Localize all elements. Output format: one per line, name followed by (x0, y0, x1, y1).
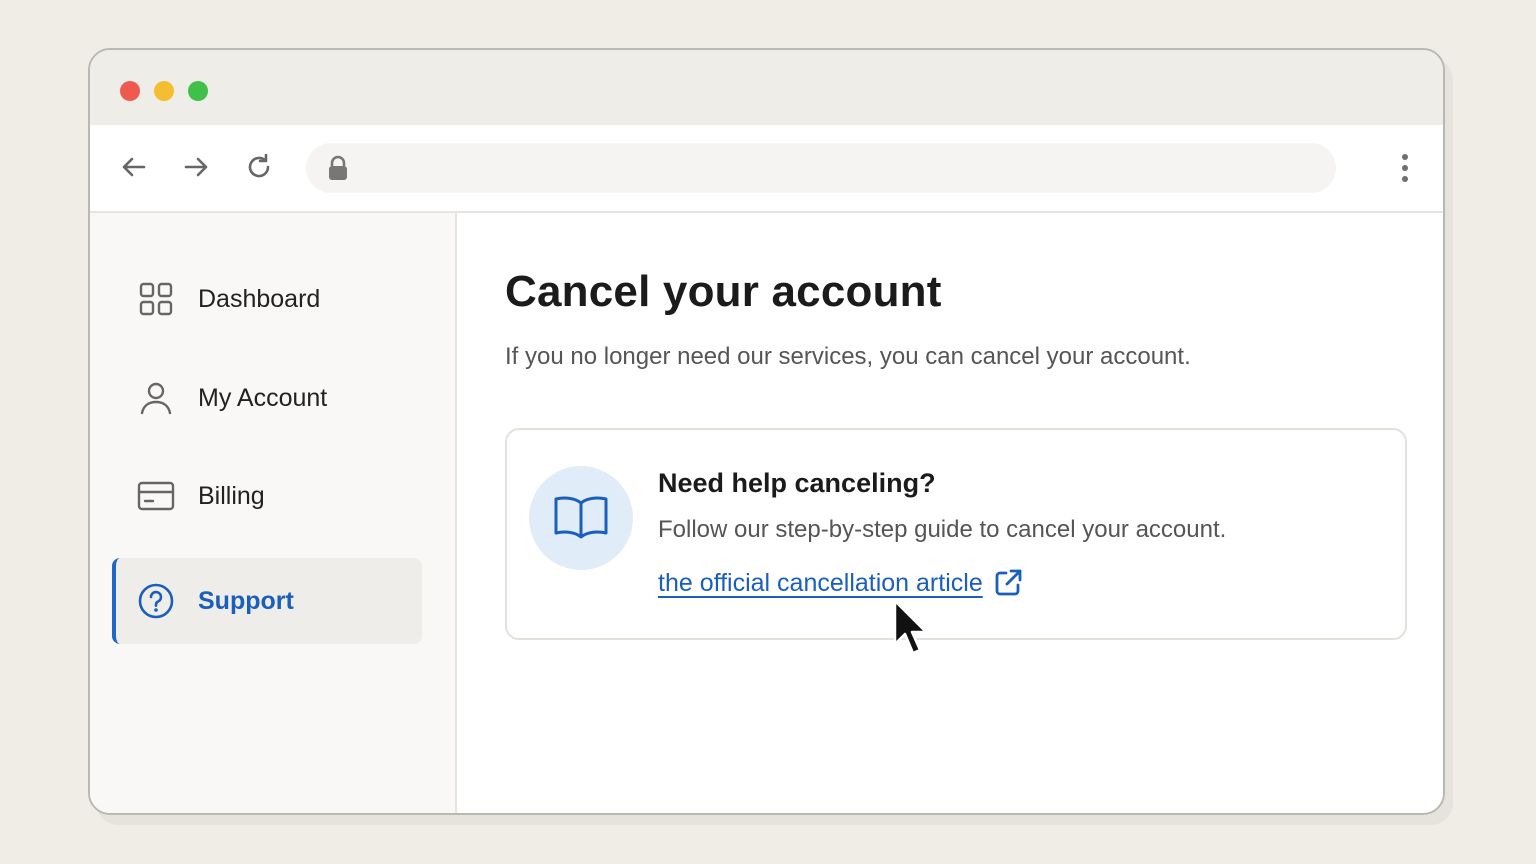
sidebar-item-label: Dashboard (198, 284, 321, 313)
lock-icon (329, 155, 347, 180)
mouse-cursor-icon (893, 599, 928, 655)
user-icon (136, 378, 176, 418)
back-button[interactable] (118, 151, 150, 183)
reload-button[interactable] (243, 151, 275, 183)
sidebar-item-support[interactable]: Support (112, 558, 422, 644)
sidebar-item-billing[interactable]: Billing (112, 453, 422, 539)
forward-button[interactable] (180, 151, 212, 183)
address-bar[interactable] (306, 143, 1336, 193)
cancellation-article-link-label: the official cancellation article (658, 568, 983, 597)
cancellation-article-link[interactable]: the official cancellation article (658, 568, 1023, 598)
help-circle-icon (136, 581, 176, 621)
close-window-button[interactable] (120, 81, 140, 101)
minimize-window-button[interactable] (154, 81, 174, 101)
grid-icon (136, 279, 176, 319)
help-card-description: Follow our step-by-step guide to cancel … (658, 516, 1227, 543)
kebab-menu-icon (1402, 154, 1408, 160)
book-icon-badge (529, 466, 633, 570)
browser-toolbar (90, 125, 1443, 213)
page-subtitle: If you no longer need our services, you … (505, 343, 1191, 370)
maximize-window-button[interactable] (188, 81, 208, 101)
sidebar: Dashboard My Account Billing Support (90, 213, 457, 813)
help-card: Need help canceling? Follow our step-by-… (505, 428, 1407, 640)
book-icon (554, 496, 608, 539)
browser-menu-button[interactable] (1395, 151, 1415, 185)
sidebar-item-label: My Account (198, 383, 328, 412)
sidebar-item-my-account[interactable]: My Account (112, 355, 422, 441)
reload-icon (248, 153, 270, 178)
title-bar (90, 50, 1443, 125)
sidebar-item-label: Support (198, 586, 294, 615)
help-card-title: Need help canceling? (658, 468, 936, 498)
arrow-right-icon (184, 157, 208, 177)
sidebar-item-dashboard[interactable]: Dashboard (112, 256, 422, 342)
external-link-icon (993, 568, 1023, 598)
sidebar-item-label: Billing (198, 481, 265, 510)
browser-window: Dashboard My Account Billing Support Can… (88, 48, 1445, 815)
main-content: Cancel your account If you no longer nee… (457, 213, 1443, 813)
arrow-left-icon (122, 157, 146, 177)
credit-card-icon (136, 476, 176, 516)
page-title: Cancel your account (505, 267, 942, 316)
